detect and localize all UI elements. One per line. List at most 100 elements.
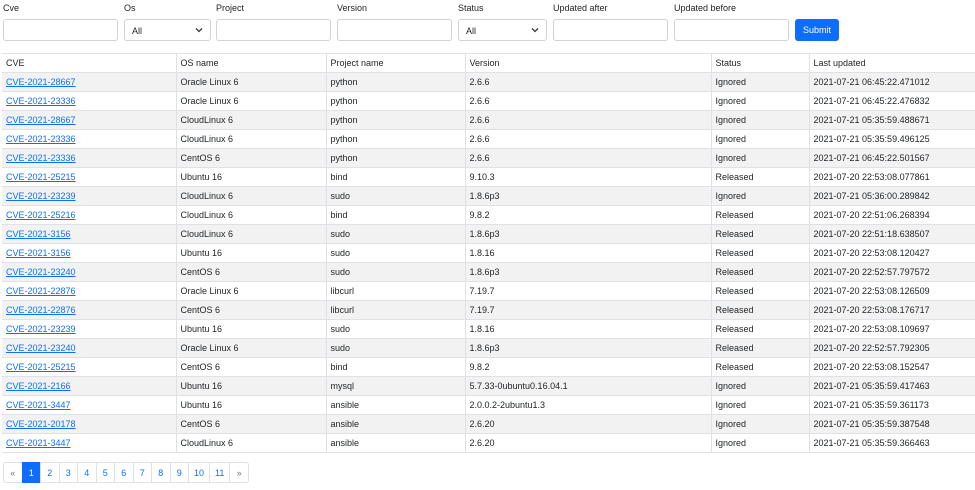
table-row: CVE-2021-25215 Ubuntu 16 bind 9.10.3 Release… <box>2 167 975 187</box>
pagination-page-6[interactable]: 6 <box>114 462 134 483</box>
cell-cve: CVE-2021-23240 <box>2 338 176 358</box>
cve-link[interactable]: CVE-2021-22876 <box>6 305 76 315</box>
pagination-page-10[interactable]: 10 <box>188 462 211 483</box>
column-header-last-updated[interactable]: Last updated <box>808 53 975 73</box>
column-header-os-name[interactable]: OS name <box>175 53 326 73</box>
cell-last-updated: 2021-07-21 06:45:22.471012 <box>808 72 975 92</box>
cell-os-name: CentOS 6 <box>175 414 326 434</box>
cve-input[interactable] <box>3 19 118 41</box>
cell-status: Ignored <box>710 376 809 396</box>
cell-version: 2.6.6 <box>464 110 711 130</box>
pagination-prev[interactable]: « <box>3 462 23 483</box>
table-row: CVE-2021-3156 CloudLinux 6 sudo 1.8.6p3 Rele… <box>2 224 975 244</box>
column-header-version[interactable]: Version <box>464 53 711 73</box>
pagination-page-9[interactable]: 9 <box>169 462 189 483</box>
cell-os-name: Ubuntu 16 <box>175 167 326 187</box>
cell-version: 1.8.16 <box>464 243 711 263</box>
cell-os-name: CentOS 6 <box>175 262 326 282</box>
cve-link[interactable]: CVE-2021-3156 <box>6 229 71 239</box>
cell-status: Ignored <box>710 110 809 130</box>
table-row: CVE-2021-23240 CentOS 6 sudo 1.8.6p3 Release… <box>2 262 975 282</box>
cell-project-name: ansible <box>325 395 465 415</box>
pagination-page-3[interactable]: 3 <box>58 462 78 483</box>
cve-link[interactable]: CVE-2021-23239 <box>6 324 76 334</box>
cell-last-updated: 2021-07-20 22:53:08.152547 <box>808 357 975 377</box>
cell-cve: CVE-2021-25216 <box>2 205 176 225</box>
cve-link[interactable]: CVE-2021-3447 <box>6 400 71 410</box>
cve-link[interactable]: CVE-2021-20178 <box>6 419 76 429</box>
cve-link[interactable]: CVE-2021-23240 <box>6 343 76 353</box>
cell-cve: CVE-2021-3447 <box>2 433 176 453</box>
cell-os-name: CentOS 6 <box>175 148 326 168</box>
cell-project-name: python <box>325 72 465 92</box>
pagination-page-1[interactable]: 1 <box>21 462 41 483</box>
cell-last-updated: 2021-07-20 22:53:08.176717 <box>808 300 975 320</box>
cve-link[interactable]: CVE-2021-23239 <box>6 191 76 201</box>
updated-before-label: Updated before <box>674 3 737 13</box>
cve-link[interactable]: CVE-2021-28667 <box>6 77 76 87</box>
cell-status: Ignored <box>710 186 809 206</box>
version-input[interactable] <box>337 19 452 41</box>
pagination-page-5[interactable]: 5 <box>95 462 115 483</box>
pagination: « 1 2 3 4 5 6 7 8 9 10 11» <box>3 462 249 483</box>
cell-os-name: Ubuntu 16 <box>175 319 326 339</box>
cell-os-name: Ubuntu 16 <box>175 243 326 263</box>
cell-cve: CVE-2021-23336 <box>2 129 176 149</box>
table-header-row: CVE OS name Project name Version Status … <box>2 53 975 73</box>
cell-project-name: sudo <box>325 338 465 358</box>
cell-project-name: ansible <box>325 433 465 453</box>
os-select[interactable]: All <box>124 19 211 41</box>
cell-last-updated: 2021-07-21 06:45:22.476832 <box>808 91 975 111</box>
updated-before-input[interactable] <box>674 19 789 41</box>
cve-link[interactable]: CVE-2021-25216 <box>6 210 76 220</box>
table-row: CVE-2021-22876 CentOS 6 libcurl 7.19.7 Relea… <box>2 300 975 320</box>
table-row: CVE-2021-23239 CloudLinux 6 sudo 1.8.6p3 Ign… <box>2 186 975 206</box>
pagination-page-8[interactable]: 8 <box>151 462 171 483</box>
cve-link[interactable]: CVE-2021-23336 <box>6 96 76 106</box>
os-filter-label: Os <box>124 3 136 13</box>
pagination-page-11[interactable]: 11 <box>209 462 231 483</box>
cell-cve: CVE-2021-3156 <box>2 224 176 244</box>
column-header-cve[interactable]: CVE <box>2 53 176 73</box>
cve-link[interactable]: CVE-2021-23240 <box>6 267 76 277</box>
cve-link[interactable]: CVE-2021-23336 <box>6 153 76 163</box>
pagination-page-7[interactable]: 7 <box>132 462 152 483</box>
cell-project-name: python <box>325 148 465 168</box>
cve-link[interactable]: CVE-2021-3156 <box>6 248 71 258</box>
cve-link[interactable]: CVE-2021-22876 <box>6 286 76 296</box>
cell-last-updated: 2021-07-21 05:35:59.496125 <box>808 129 975 149</box>
cell-last-updated: 2021-07-20 22:53:08.120427 <box>808 243 975 263</box>
cell-project-name: sudo <box>325 224 465 244</box>
cve-link[interactable]: CVE-2021-25215 <box>6 362 76 372</box>
cell-cve: CVE-2021-3447 <box>2 395 176 415</box>
status-filter-label: Status <box>458 3 484 13</box>
cell-version: 5.7.33-0ubuntu0.16.04.1 <box>464 376 711 396</box>
cve-link[interactable]: CVE-2021-3447 <box>6 438 71 448</box>
cell-status: Released <box>710 262 809 282</box>
cell-cve: CVE-2021-25215 <box>2 167 176 187</box>
cell-status: Ignored <box>710 148 809 168</box>
cell-status: Ignored <box>710 433 809 453</box>
cve-link[interactable]: CVE-2021-28667 <box>6 115 76 125</box>
cell-cve: CVE-2021-25215 <box>2 357 176 377</box>
cve-link[interactable]: CVE-2021-23336 <box>6 134 76 144</box>
cell-version: 7.19.7 <box>464 300 711 320</box>
updated-after-input[interactable] <box>553 19 668 41</box>
cell-status: Released <box>710 357 809 377</box>
pagination-next[interactable]: » <box>229 462 249 483</box>
column-header-project-name[interactable]: Project name <box>325 53 465 73</box>
cell-cve: CVE-2021-22876 <box>2 281 176 301</box>
pagination-page-4[interactable]: 4 <box>77 462 97 483</box>
cve-link[interactable]: CVE-2021-25215 <box>6 172 76 182</box>
column-header-status[interactable]: Status <box>710 53 809 73</box>
chevron-down-icon <box>531 28 539 33</box>
project-input[interactable] <box>216 19 331 41</box>
cell-last-updated: 2021-07-20 22:53:08.077861 <box>808 167 975 187</box>
status-select[interactable]: All <box>458 19 547 41</box>
cell-version: 9.8.2 <box>464 357 711 377</box>
pagination-page-2[interactable]: 2 <box>40 462 60 483</box>
submit-button[interactable]: Submit <box>795 19 839 41</box>
table-row: CVE-2021-23336 Oracle Linux 6 python 2.6.6 I… <box>2 91 975 111</box>
cve-link[interactable]: CVE-2021-2166 <box>6 381 71 391</box>
cell-status: Ignored <box>710 129 809 149</box>
